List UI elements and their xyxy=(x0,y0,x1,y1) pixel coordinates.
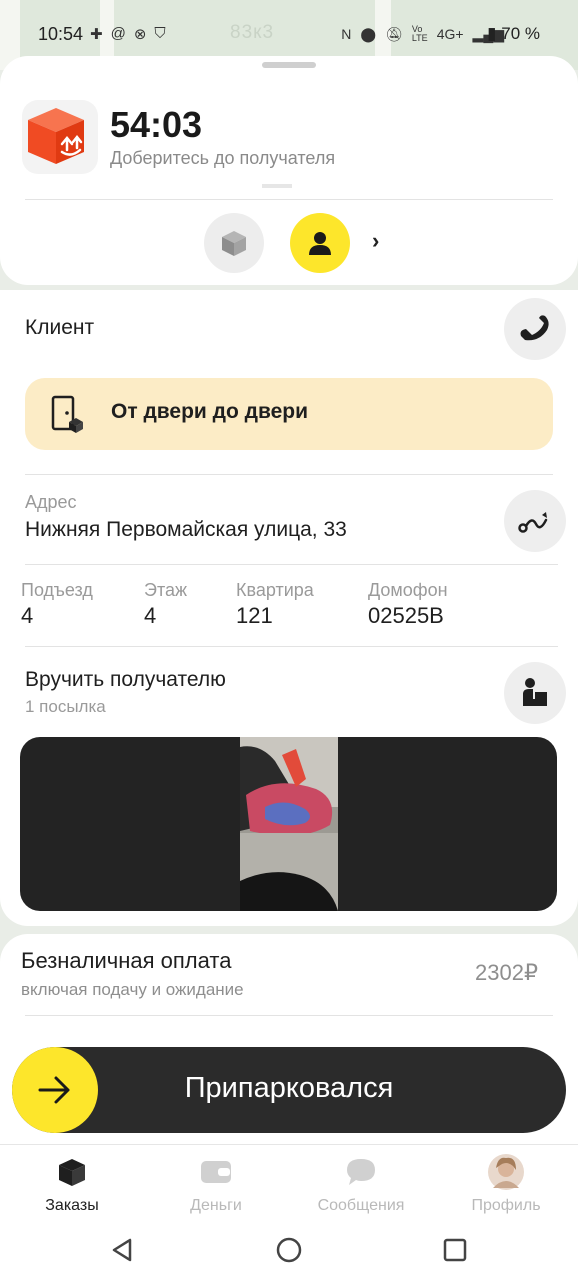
parked-slider[interactable]: Припарковался xyxy=(12,1047,566,1133)
handover-icon xyxy=(523,678,547,706)
nav-orders[interactable]: Заказы xyxy=(12,1155,132,1215)
divider xyxy=(25,646,558,647)
bottom-navigation: Заказы Деньги Сообщения Профиль xyxy=(0,1144,578,1281)
home-icon[interactable] xyxy=(276,1237,302,1268)
intercom-caption: Домофон xyxy=(368,580,448,600)
handover-title: Вручить получателю xyxy=(25,668,226,691)
sheet-grabber[interactable] xyxy=(262,62,316,68)
floor-value: 4 xyxy=(144,603,157,628)
person-icon xyxy=(309,232,331,255)
app-icon: ⊗ xyxy=(133,26,147,43)
door-to-door-label: От двери до двери xyxy=(111,400,309,423)
status-notification-icons: ✚ @ ⊗ ⛉ xyxy=(90,25,166,43)
mute-icon: 🔕︎ xyxy=(385,25,403,42)
slider-knob[interactable] xyxy=(12,1047,98,1133)
divider xyxy=(25,1015,553,1016)
box-icon xyxy=(12,1155,132,1189)
divider xyxy=(25,474,553,475)
route-button[interactable] xyxy=(504,490,566,552)
nav-money-label: Деньги xyxy=(190,1197,242,1214)
step-recipient[interactable] xyxy=(290,213,350,273)
battery-level: 70 % xyxy=(501,24,540,43)
apartment-value: 121 xyxy=(236,603,273,628)
payment-amount: 2302₽ xyxy=(475,960,538,985)
call-client-button[interactable] xyxy=(504,298,566,360)
address-caption: Адрес xyxy=(25,492,77,512)
payment-method-title: Безналичная оплата xyxy=(21,948,232,973)
intercom-value: 02525В xyxy=(368,603,444,628)
order-box-icon xyxy=(22,100,98,174)
apartment-caption: Квартира xyxy=(236,580,314,600)
nav-orders-label: Заказы xyxy=(45,1197,99,1214)
order-details-sheet: Клиент От двери до двери Адрес Нижняя Пе… xyxy=(0,290,578,926)
wallet-icon xyxy=(156,1155,276,1189)
nfc-icon: N xyxy=(341,26,352,42)
network-type: 4G+ xyxy=(436,26,464,42)
arrow-right-icon xyxy=(38,1076,70,1104)
avatar-icon xyxy=(446,1154,566,1190)
nav-messages[interactable]: Сообщения xyxy=(301,1155,421,1215)
nav-messages-label: Сообщения xyxy=(317,1197,405,1214)
package-icon xyxy=(222,231,246,256)
nav-money[interactable]: Деньги xyxy=(156,1155,276,1215)
notification-icon: ✚ xyxy=(90,26,103,43)
phone-icon xyxy=(520,315,549,341)
chevron-right-icon[interactable]: › xyxy=(372,228,379,254)
at-icon: @ xyxy=(110,25,126,42)
floor-caption: Этаж xyxy=(144,580,188,600)
route-icon xyxy=(518,512,548,533)
handover-button[interactable] xyxy=(504,662,566,724)
nav-profile-label: Профиль xyxy=(471,1197,541,1214)
parcel-count: 1 посылка xyxy=(25,697,106,716)
progress-connector xyxy=(262,184,292,188)
client-title: Клиент xyxy=(25,316,95,339)
divider xyxy=(25,564,558,565)
volte-icon: Vo LTE xyxy=(411,24,428,43)
nav-profile[interactable]: Профиль xyxy=(446,1154,566,1215)
recents-icon[interactable] xyxy=(442,1237,468,1268)
door-icon xyxy=(51,395,83,433)
delivery-status-text: Доберитесь до получателя xyxy=(110,148,336,168)
shield-icon: ⛉ xyxy=(154,25,166,42)
status-system-icons: N ⬤ 🔕︎ Vo LTE 4G+ ▂▄▆ xyxy=(341,25,504,43)
chat-icon xyxy=(301,1155,421,1189)
parcel-photo-image xyxy=(240,737,338,911)
divider xyxy=(25,199,553,200)
location-icon: ⬤ xyxy=(360,25,377,42)
address-value[interactable]: Нижняя Первомайская улица, 33 xyxy=(25,518,347,542)
battery-icon: ▮ xyxy=(487,24,497,43)
entrance-value: 4 xyxy=(21,603,34,628)
back-icon[interactable] xyxy=(110,1237,136,1268)
payment-method-subtitle: включая подачу и ожидание xyxy=(21,980,244,999)
battery-indicator: ▮ 70 % xyxy=(487,24,540,44)
door-to-door-card[interactable]: От двери до двери xyxy=(25,378,553,450)
entrance-caption: Подъезд xyxy=(21,580,93,600)
order-header-sheet: 54:03 Доберитесь до получателя › xyxy=(0,56,578,285)
parcel-photo[interactable] xyxy=(20,737,557,911)
step-pickup[interactable] xyxy=(204,213,264,273)
status-time: 10:54 xyxy=(38,24,84,44)
delivery-timer: 54:03 xyxy=(110,104,203,145)
